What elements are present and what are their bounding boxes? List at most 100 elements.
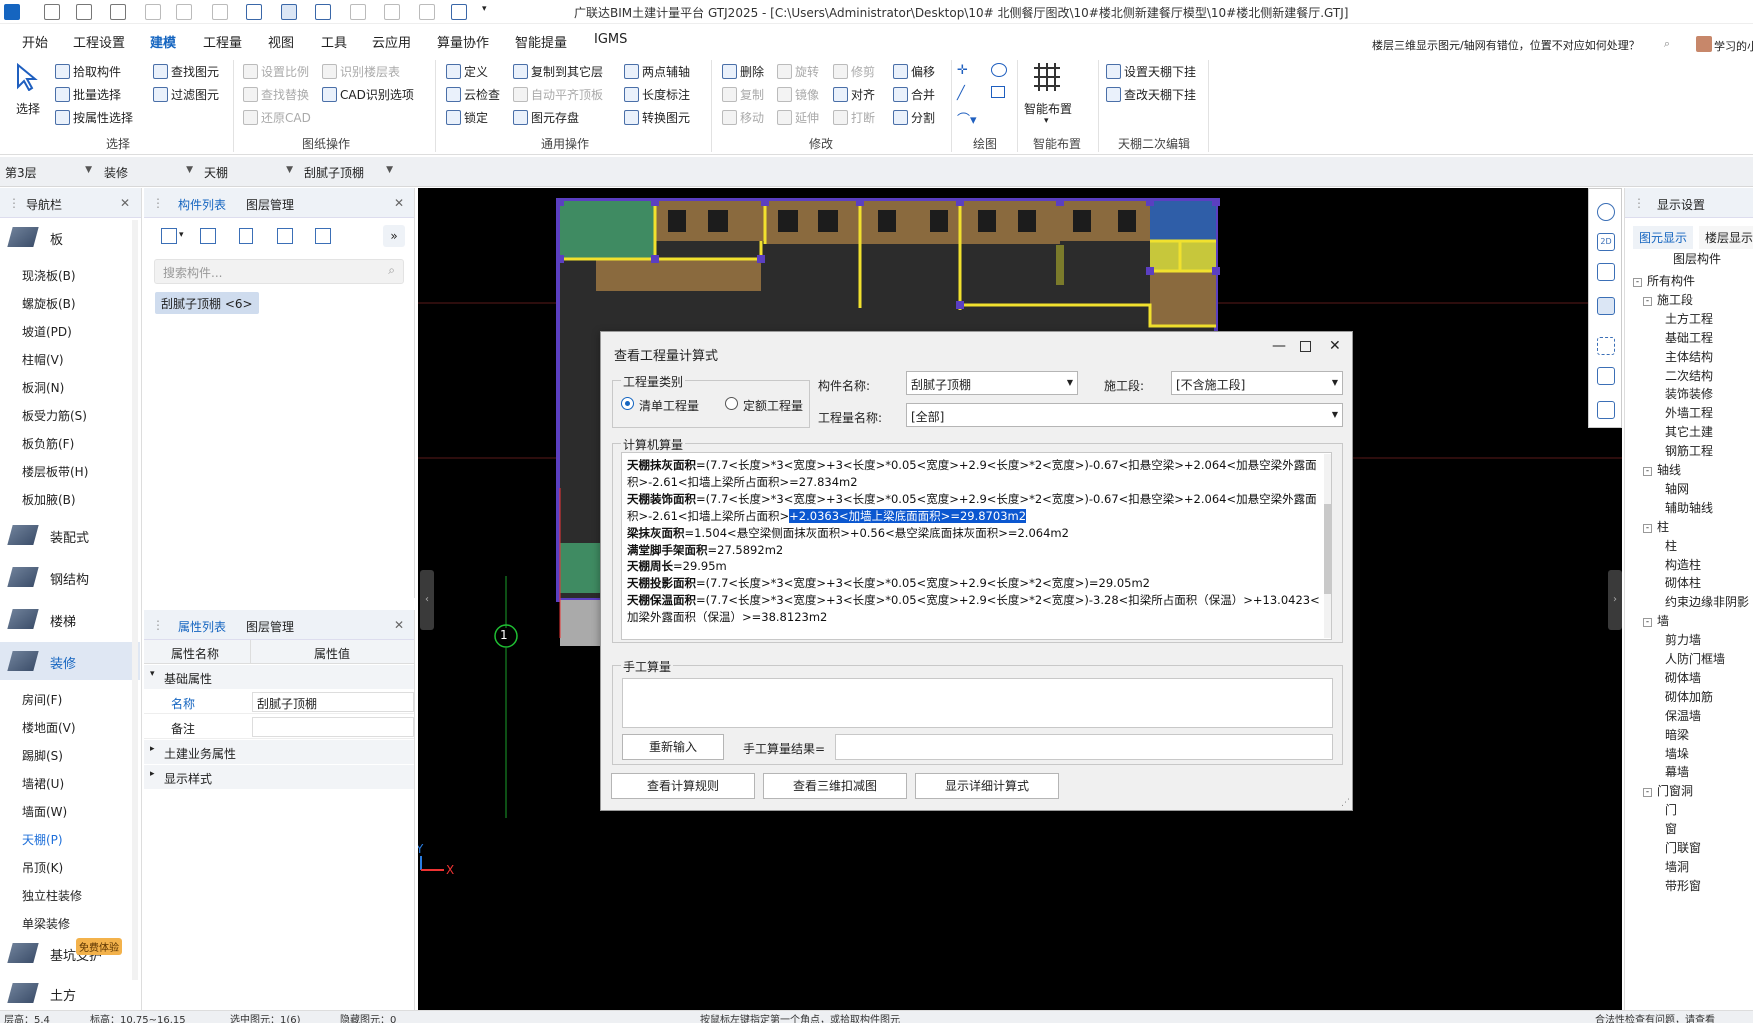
machine-calc-text[interactable]: 天棚抹灰面积=(7.7<长度>*3<宽度>+3<长度>*0.05<宽度>+2.9…	[621, 452, 1332, 640]
floor-select[interactable]: 第3层 ▼	[2, 162, 96, 182]
nav-item[interactable]: 墙面(W)	[22, 803, 67, 820]
show-detail-formula-button[interactable]: 显示详细计算式	[915, 773, 1059, 799]
menu-project-settings[interactable]: 工程设置	[73, 32, 125, 51]
chevron-down-icon[interactable]: ▾	[179, 230, 184, 240]
tree-node[interactable]: 人防门框墙	[1665, 650, 1725, 667]
2d-view-icon[interactable]: 2D	[1597, 233, 1615, 251]
nav-item[interactable]: 板加腋(B)	[22, 491, 76, 508]
tree-node[interactable]: -墙	[1643, 612, 1669, 629]
radio-quota-qty[interactable]	[725, 397, 738, 410]
rect-draw-icon[interactable]	[991, 86, 1005, 98]
group-civil-row[interactable]: ▸ 土建业务属性	[144, 740, 414, 764]
nav-item[interactable]: 墙裙(U)	[22, 775, 64, 792]
expand-icon[interactable]: ▾	[150, 669, 155, 679]
property-value-input[interactable]: 刮腻子顶棚	[252, 692, 414, 712]
select-arrow-icon[interactable]	[14, 62, 40, 92]
delete-button[interactable]: 删除	[722, 63, 764, 80]
nav-category-earthwork[interactable]: 土方	[0, 974, 140, 1012]
split-button[interactable]: 分割	[893, 109, 935, 126]
recognize-floor-table-button[interactable]: 识别楼层表	[322, 63, 400, 80]
nav-item[interactable]: 楼层板带(H)	[22, 463, 88, 480]
group-display-row[interactable]: ▸ 显示样式	[144, 765, 414, 789]
floor-icon[interactable]	[419, 4, 435, 20]
menu-quantity[interactable]: 工程量	[203, 32, 242, 51]
find-element-button[interactable]: 查找图元	[153, 63, 219, 80]
tree-node[interactable]: 钢筋工程	[1665, 442, 1713, 459]
user-name[interactable]: 学习的小	[1714, 38, 1753, 54]
length-dimension-button[interactable]: 长度标注	[624, 86, 690, 103]
menu-start[interactable]: 开始	[22, 32, 48, 51]
fit-view-icon[interactable]	[1597, 337, 1615, 355]
tree-node[interactable]: - 所有构件	[1633, 272, 1695, 289]
restore-cad-button[interactable]: 还原CAD	[243, 109, 311, 126]
select-mode-icon[interactable]	[281, 4, 297, 20]
set-ratio-button[interactable]: 设置比例	[243, 63, 309, 80]
two-point-axis-button[interactable]: 两点辅轴	[624, 63, 690, 80]
line-draw-icon[interactable]: ╱	[957, 86, 973, 101]
nav-item[interactable]: 坡道(PD)	[22, 323, 72, 340]
cloud-check-button[interactable]: 云检查	[446, 86, 500, 103]
filter-element-button[interactable]: 过滤图元	[153, 86, 219, 103]
save-element-button[interactable]: 图元存盘	[513, 109, 579, 126]
menu-view[interactable]: 视图	[268, 32, 294, 51]
mirror-button[interactable]: 镜像	[777, 86, 819, 103]
component-name-combo[interactable]: 刮腻子顶棚 ▼	[906, 371, 1078, 395]
layout-icon[interactable]	[350, 4, 366, 20]
copy-component-icon[interactable]	[200, 228, 216, 244]
nav-item[interactable]: 独立柱装修	[22, 887, 82, 904]
tree-node[interactable]: 砌体墙	[1665, 669, 1701, 686]
tree-node[interactable]: 砌体柱	[1665, 574, 1701, 591]
nav-category-slab[interactable]: 板	[0, 218, 140, 256]
nav-item[interactable]: 板负筋(F)	[22, 435, 74, 452]
tree-node[interactable]: 二次结构	[1665, 367, 1713, 384]
drag-handle-icon[interactable]: ⋮	[152, 618, 164, 632]
tree-node[interactable]: 约束边缘非阴影	[1665, 593, 1749, 610]
reinput-button[interactable]: 重新输入	[622, 734, 724, 760]
view-3d-deduction-button[interactable]: 查看三维扣减图	[763, 773, 907, 799]
tree-node[interactable]: 门联窗	[1665, 839, 1701, 856]
extend-button[interactable]: 延伸	[777, 109, 819, 126]
nav-item[interactable]: 单梁装修	[22, 915, 70, 932]
sync-icon[interactable]	[451, 4, 467, 20]
resize-grip-icon[interactable]: ⋰	[1341, 798, 1350, 808]
3d-view-icon[interactable]	[1597, 263, 1615, 281]
collapse-icon[interactable]: -	[1643, 296, 1652, 306]
nav-category-steel[interactable]: 钢结构	[0, 558, 140, 596]
delete-component-icon[interactable]	[239, 228, 253, 244]
save-icon[interactable]	[145, 4, 161, 20]
nav-item[interactable]: 板洞(N)	[22, 379, 64, 396]
radio-list-qty-label[interactable]: 清单工程量	[639, 397, 699, 414]
expand-icon[interactable]: ▸	[150, 744, 155, 754]
smart-layout-icon[interactable]	[1030, 60, 1064, 94]
arc-draw-icon[interactable]: ⌒▾	[957, 109, 979, 128]
grid-icon[interactable]	[315, 4, 331, 20]
nav-item[interactable]: 楼地面(V)	[22, 719, 76, 736]
smart-layout-dropdown-icon[interactable]: ▾	[1044, 116, 1049, 126]
nav-item[interactable]: 柱帽(V)	[22, 351, 64, 368]
tree-node[interactable]: 轴网	[1665, 480, 1689, 497]
trim-button[interactable]: 修剪	[833, 63, 875, 80]
tree-node[interactable]: 暗梁	[1665, 726, 1689, 743]
tree-node[interactable]: 门	[1665, 801, 1677, 818]
tree-node[interactable]: - 轴线	[1643, 461, 1681, 478]
pick-component-button[interactable]: 拾取构件	[55, 63, 121, 80]
merge-button[interactable]: 合并	[893, 86, 935, 103]
close-icon[interactable]: ✕	[394, 618, 404, 632]
formula-icon[interactable]	[246, 4, 262, 20]
tab-layer-management[interactable]: 图层管理	[246, 196, 294, 213]
nav-category-decoration[interactable]: 装修	[0, 642, 140, 680]
menu-collab[interactable]: 算量协作	[437, 32, 489, 51]
undo-icon[interactable]	[176, 4, 192, 20]
collapse-right-handle[interactable]: ›	[1608, 570, 1622, 630]
layer-icon[interactable]	[315, 228, 331, 244]
tree-node[interactable]: -柱	[1643, 518, 1669, 535]
menu-cloud[interactable]: 云应用	[372, 32, 411, 51]
close-icon[interactable]: ✕	[394, 196, 404, 210]
minimize-icon[interactable]: —	[1272, 338, 1286, 354]
tab-property-list[interactable]: 属性列表	[178, 618, 226, 635]
duplicate-icon[interactable]	[277, 228, 293, 244]
radio-quota-qty-label[interactable]: 定额工程量	[743, 397, 803, 414]
tab-floor-display[interactable]: 楼层显示	[1699, 226, 1753, 249]
auto-flat-top-button[interactable]: 自动平齐顶板	[513, 86, 603, 103]
component-search-input[interactable]: 搜索构件... ⌕	[154, 259, 404, 284]
